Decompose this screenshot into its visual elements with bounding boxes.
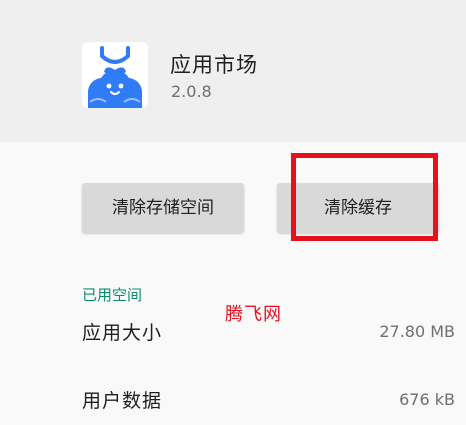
user-data-value: 676 kB [399,390,455,409]
app-size-value: 27.80 MB [379,322,455,341]
clear-cache-button[interactable]: 清除缓存 [277,183,439,233]
app-version: 2.0.8 [171,82,212,101]
app-market-icon [82,42,148,108]
app-size-label: 应用大小 [82,322,163,344]
clear-storage-button[interactable]: 清除存储空间 [82,183,244,233]
app-name: 应用市场 [170,53,258,77]
storage-section-title: 已用空间 [82,286,143,304]
watermark: 腾飞网 [225,304,282,325]
app-info-header: 应用市场 2.0.8 [0,0,466,142]
user-data-label: 用户数据 [82,390,163,412]
